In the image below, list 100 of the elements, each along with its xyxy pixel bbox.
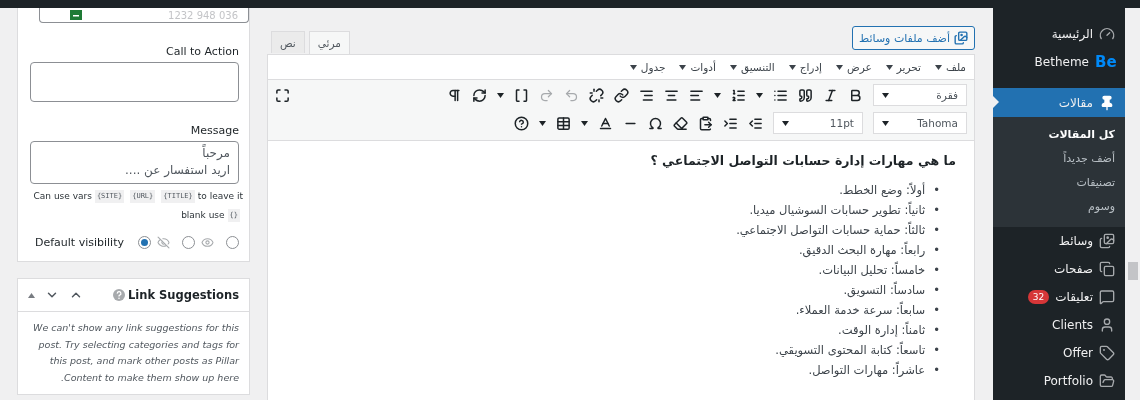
suggestions-message: We can't show any link suggestions for this post. Try selecting categories and tags for this post, and mark other posts as Pillar Content to make them show up here. (32, 321, 241, 385)
phone-placeholder: 1232 948 036 (168, 9, 238, 21)
visibility-label: Default visibility (35, 236, 124, 249)
bullet: • (933, 363, 940, 377)
quote-icon[interactable] (798, 87, 813, 103)
call-to-action-field[interactable] (30, 62, 239, 102)
table-icon[interactable] (556, 115, 571, 131)
eye-off-icon (157, 236, 170, 249)
caret-icon (836, 64, 844, 70)
menu-item[interactable]: جدول (629, 61, 666, 73)
hint-text: blank use (181, 209, 225, 222)
indent-icon[interactable] (723, 115, 738, 131)
list-item: خامساً: تحليل البيانات. (818, 262, 926, 278)
menu-item[interactable]: Portfolio (993, 367, 1125, 395)
bullet-list-icon[interactable] (773, 87, 788, 103)
gauge-icon (1099, 26, 1115, 42)
refresh-icon[interactable] (472, 87, 487, 103)
bullet: • (933, 263, 940, 277)
menu-item[interactable]: صفحات (993, 255, 1125, 283)
caret-icon (729, 64, 737, 70)
format-select[interactable]: فقرة (873, 84, 967, 106)
images-icon (1099, 233, 1115, 249)
menu-item[interactable]: ملف (935, 61, 966, 73)
current-page-notch (993, 96, 999, 108)
menu-item[interactable]: إدراج (788, 61, 823, 73)
menu-label: Clients (1052, 318, 1093, 332)
caret-icon (539, 120, 546, 126)
editor-tab[interactable]: مرئي (308, 31, 350, 55)
caret-icon (756, 92, 763, 98)
menu-label: تعليقات (1055, 290, 1093, 304)
menu-item[interactable]: الرئيسية (993, 20, 1125, 48)
scrollbar-thumb[interactable] (1127, 262, 1138, 280)
menu-item[interactable]: عرض (836, 61, 872, 73)
user-icon (1099, 317, 1115, 333)
help-icon[interactable] (514, 115, 529, 131)
field-label: Call to Action (164, 45, 239, 58)
list-item: ثانياً: تطوير حسابات السوشيال ميديا. (749, 202, 926, 218)
eye-icon (201, 236, 214, 249)
align-right-icon[interactable] (639, 87, 654, 103)
menu-label: وسائط (1058, 234, 1093, 248)
pilcrow-icon[interactable] (447, 87, 462, 103)
submenu-item[interactable]: أضف جديداً (993, 147, 1125, 171)
caret-icon (882, 92, 889, 98)
size-select[interactable]: 11pt (773, 112, 863, 134)
text-color-icon[interactable] (598, 115, 613, 131)
align-center-icon[interactable] (664, 87, 679, 103)
link-icon[interactable] (614, 87, 629, 103)
caret-icon (714, 92, 721, 98)
bullet: • (933, 223, 940, 237)
message-field[interactable]: مرحباً اريد استفسار عن .... (30, 141, 239, 184)
fullscreen-icon[interactable] (275, 87, 290, 103)
italic-icon[interactable] (823, 87, 838, 103)
post-heading: ما هي مهارات إدارة حسابات التواصل الاجتماعي ؟ (649, 153, 956, 168)
count-badge: 32 (1027, 290, 1050, 304)
caret-icon (679, 64, 687, 70)
triangle-up-icon[interactable] (28, 292, 35, 298)
menu-item[interactable]: أدوات (679, 61, 716, 73)
list-item: سادساً: التسويق. (843, 282, 926, 298)
menu-item[interactable]: وسائط (993, 227, 1125, 255)
list-item: أولاً: وضع الخطط. (839, 182, 926, 198)
align-left-icon[interactable] (689, 87, 704, 103)
caret-icon (935, 64, 942, 70)
help-icon (112, 289, 125, 301)
caret-icon (629, 64, 637, 70)
submenu-item[interactable]: وسوم (993, 195, 1125, 219)
menu-label: الرئيسية (1051, 27, 1093, 41)
hint-text: Can use vars (33, 190, 92, 203)
pages-icon (1099, 261, 1115, 277)
list-item: ثالثاً: حماية حسابات التواصل الاجتماعي. (736, 222, 926, 238)
bullet: • (933, 243, 940, 257)
list-item: رابعاً: مهارة البحث الدقيق. (798, 242, 926, 258)
menu-item[interactable]: تحرير (885, 61, 921, 73)
bullet: • (933, 323, 940, 337)
outdent-icon[interactable] (748, 115, 763, 131)
numbered-list-icon[interactable] (731, 87, 746, 103)
menu-item[interactable]: التنسيق (729, 61, 775, 73)
unlink-icon[interactable] (589, 87, 604, 103)
submenu-item[interactable]: كل المقالات (993, 123, 1125, 147)
omega-icon[interactable] (648, 115, 663, 131)
shortcode-icon[interactable] (514, 87, 529, 103)
editor-tab[interactable]: نص (271, 31, 305, 53)
caret-icon (581, 120, 588, 126)
caret-icon (497, 92, 504, 98)
menu-item[interactable]: مقالات (993, 88, 1125, 117)
menu-label: Offer (1062, 346, 1093, 360)
media-icon (954, 31, 968, 45)
add-media-button[interactable]: أضف ملفات وسائط (852, 26, 975, 50)
font-select[interactable]: Tahoma (873, 112, 967, 134)
submenu-item[interactable]: تصنيفات (993, 171, 1125, 195)
tag-icon (1099, 345, 1115, 361)
menu-item[interactable]: Clients (993, 311, 1125, 339)
paste-icon[interactable] (698, 115, 713, 131)
bold-icon[interactable] (848, 87, 863, 103)
menu-item[interactable]: Offer (993, 339, 1125, 367)
menu-item[interactable]: Betheme Be (993, 48, 1125, 76)
hint-text: to leave it (197, 190, 243, 203)
bullet: • (933, 283, 940, 297)
eraser-icon[interactable] (673, 115, 688, 131)
caret-icon (885, 64, 893, 70)
bullet: • (933, 303, 940, 317)
